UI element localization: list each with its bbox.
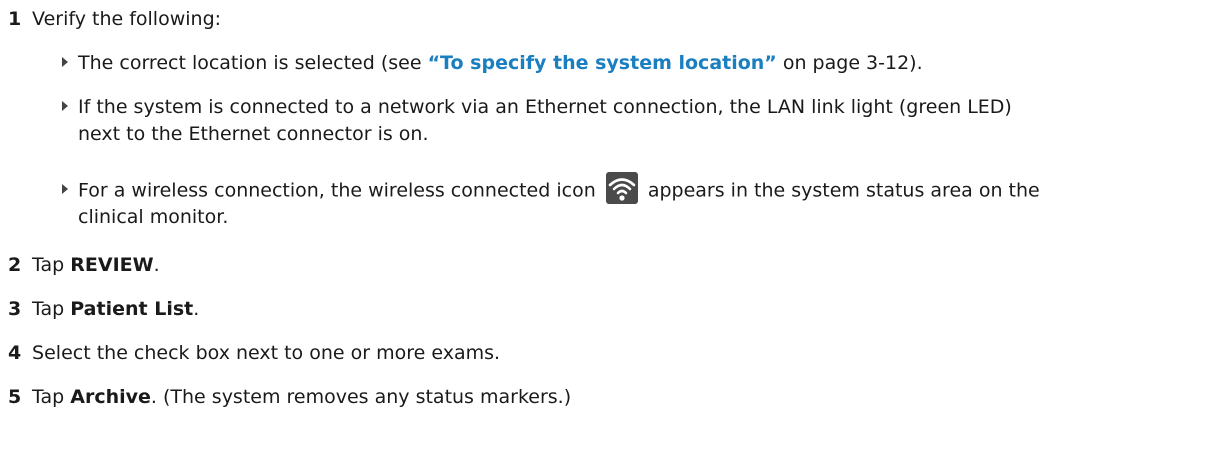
bullet-text: clinical monitor.: [78, 206, 229, 228]
bullet-item-wireless: For a wireless connection, the wireless …: [62, 172, 1040, 207]
bullet-text: For a wireless connection, the wireless …: [78, 179, 596, 202]
step-text: Verify the following:: [32, 8, 222, 30]
step-text-end: . (The system removes any status markers…: [150, 386, 572, 408]
bullet-text: If the system is connected to a network …: [78, 96, 1012, 118]
step-4: 4 Select the check box next to one or mo…: [8, 341, 500, 365]
step-text-end: .: [153, 254, 160, 276]
bullet-text: on page 3-12).: [776, 52, 923, 74]
bullet-text: appears in the system status area on the: [647, 179, 1040, 202]
step-text: Tap: [32, 386, 71, 408]
triangle-bullet-icon: [62, 100, 68, 111]
triangle-bullet-icon: [62, 184, 68, 194]
step-text: Tap: [32, 298, 71, 320]
step-number: 1: [8, 8, 22, 30]
bullet-item-location: The correct location is selected (see “T…: [62, 51, 923, 75]
review-label: REVIEW: [70, 254, 154, 276]
bullet-text: The correct location is selected (see: [78, 52, 428, 74]
bullet-text: next to the Ethernet connector is on.: [78, 123, 429, 145]
archive-label: Archive: [70, 386, 151, 408]
bullet-item-ethernet-cont: next to the Ethernet connector is on.: [78, 122, 429, 146]
step-5: 5 Tap Archive. (The system removes any s…: [8, 385, 571, 409]
step-1: 1 Verify the following:: [8, 7, 221, 31]
step-text: Select the check box next to one or more…: [32, 342, 501, 364]
step-number: 3: [8, 298, 22, 320]
wireless-connected-icon: [605, 172, 638, 204]
step-text-end: .: [193, 298, 200, 320]
step-text: Tap: [32, 254, 71, 276]
step-3: 3 Tap Patient List.: [8, 297, 199, 321]
step-number: 2: [8, 254, 22, 276]
step-number: 4: [8, 342, 22, 364]
triangle-bullet-icon: [62, 56, 68, 67]
specify-location-link[interactable]: “To specify the system location”: [428, 52, 777, 74]
step-2: 2 Tap REVIEW.: [8, 253, 160, 277]
step-number: 5: [8, 386, 22, 408]
bullet-item-wireless-cont: clinical monitor.: [78, 205, 228, 229]
patient-list-label: Patient List: [70, 298, 194, 320]
bullet-item-ethernet: If the system is connected to a network …: [62, 95, 1012, 119]
